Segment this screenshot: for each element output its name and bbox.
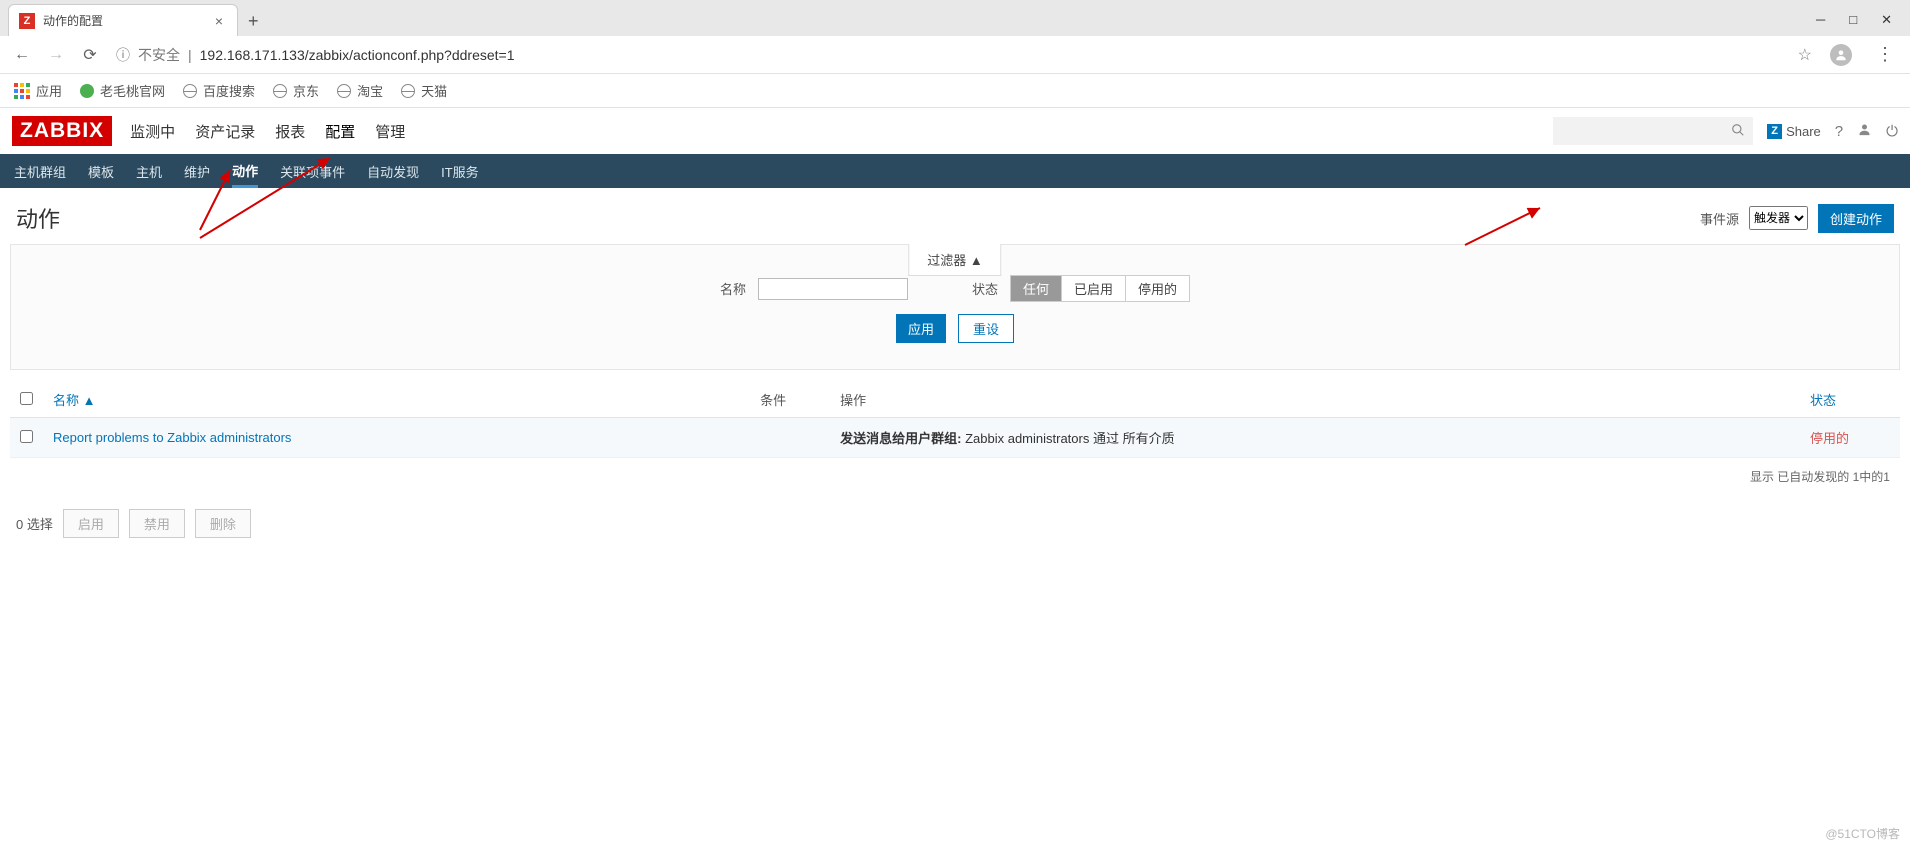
- event-source-select[interactable]: 触发器: [1749, 206, 1808, 230]
- page-header: 动作 事件源 触发器 创建动作: [0, 188, 1910, 244]
- logout-icon[interactable]: ⏻: [1886, 123, 1898, 140]
- tab-close-icon[interactable]: ×: [211, 13, 227, 29]
- tab-title: 动作的配置: [43, 12, 211, 29]
- subnav-actions[interactable]: 动作: [232, 161, 258, 188]
- globe-icon: [337, 84, 351, 98]
- sub-nav: 主机群组 模板 主机 维护 动作 关联项事件 自动发现 IT服务: [0, 154, 1910, 188]
- window-close-icon[interactable]: ✕: [1881, 12, 1892, 28]
- globe-icon: [401, 84, 415, 98]
- subnav-hostgroups[interactable]: 主机群组: [14, 162, 66, 181]
- selected-count: 0 选择: [16, 514, 53, 533]
- create-action-button[interactable]: 创建动作: [1818, 204, 1894, 233]
- share-icon: Z: [1767, 124, 1782, 139]
- watermark: @51CTO博客: [1825, 825, 1900, 842]
- new-tab-button[interactable]: +: [238, 7, 269, 36]
- insecure-label: 不安全: [138, 45, 180, 65]
- apply-filter-button[interactable]: 应用: [896, 314, 946, 343]
- user-icon[interactable]: [1857, 122, 1872, 141]
- filter-name-label: 名称: [720, 279, 746, 298]
- actions-table: 名称 ▲ 条件 操作 状态 Report problems to Zabbix …: [10, 382, 1900, 458]
- filter-name-input[interactable]: [758, 278, 908, 300]
- filter-toggle[interactable]: 过滤器 ▲: [908, 244, 1001, 276]
- bookmark-bar: 应用 老毛桃官网 百度搜索 京东 淘宝 天猫: [0, 74, 1910, 108]
- subnav-templates[interactable]: 模板: [88, 162, 114, 181]
- nav-config[interactable]: 配置: [325, 121, 355, 142]
- filter-status-label: 状态: [972, 279, 998, 298]
- status-disabled-button[interactable]: 停用的: [1125, 276, 1189, 301]
- reload-button[interactable]: ⟳: [78, 45, 102, 65]
- bulk-enable-button[interactable]: 启用: [63, 509, 119, 538]
- table-footer: 显示 已自动发现的 1中的1: [0, 458, 1910, 495]
- subnav-correlation[interactable]: 关联项事件: [280, 162, 345, 181]
- browser-menu-icon[interactable]: ⋮: [1870, 44, 1900, 65]
- col-name[interactable]: 名称 ▲: [43, 382, 750, 418]
- zabbix-header: ZABBIX 监测中 资产记录 报表 配置 管理 Z Share ? ⏻: [0, 108, 1910, 154]
- help-icon[interactable]: ?: [1835, 123, 1843, 140]
- event-source-label: 事件源: [1700, 209, 1739, 228]
- row-operations: 发送消息给用户群组: Zabbix administrators 通过 所有介质: [830, 418, 1800, 458]
- bulk-delete-button[interactable]: 删除: [195, 509, 251, 538]
- status-button-group: 任何 已启用 停用的: [1010, 275, 1190, 302]
- reset-filter-button[interactable]: 重设: [958, 314, 1014, 343]
- action-name-link[interactable]: Report problems to Zabbix administrators: [53, 430, 291, 445]
- filter-panel: 过滤器 ▲ 名称 状态 任何 已启用 停用的 应用 重设: [10, 244, 1900, 370]
- bulk-actions: 0 选择 启用 禁用 删除: [0, 495, 1910, 552]
- info-icon: ⓘ: [116, 45, 130, 65]
- bookmark-item[interactable]: 百度搜索: [183, 81, 255, 100]
- row-conditions: [750, 418, 830, 458]
- back-button[interactable]: ←: [10, 46, 34, 64]
- nav-monitor[interactable]: 监测中: [130, 121, 175, 142]
- col-conditions: 条件: [750, 382, 830, 418]
- col-operations: 操作: [830, 382, 1800, 418]
- globe-icon: [183, 84, 197, 98]
- select-all-checkbox[interactable]: [20, 392, 33, 405]
- forward-button[interactable]: →: [44, 46, 68, 64]
- bookmark-item[interactable]: 天猫: [401, 81, 447, 100]
- browser-tab[interactable]: Z 动作的配置 ×: [8, 4, 238, 36]
- bookmark-item[interactable]: 淘宝: [337, 81, 383, 100]
- apps-shortcut[interactable]: 应用: [14, 81, 62, 100]
- site-icon: [80, 84, 94, 98]
- search-wrap: [1553, 117, 1753, 145]
- top-nav: 监测中 资产记录 报表 配置 管理: [130, 121, 405, 142]
- window-controls: ─ □ ✕: [1816, 12, 1910, 36]
- tab-favicon: Z: [19, 13, 35, 29]
- row-status-link[interactable]: 停用的: [1810, 431, 1849, 446]
- share-link[interactable]: Z Share: [1767, 124, 1821, 139]
- subnav-maintenance[interactable]: 维护: [184, 162, 210, 181]
- browser-toolbar: ← → ⟳ ⓘ 不安全 | 192.168.171.133/zabbix/act…: [0, 36, 1910, 74]
- subnav-discovery[interactable]: 自动发现: [367, 162, 419, 181]
- globe-icon: [273, 84, 287, 98]
- nav-reports[interactable]: 报表: [275, 121, 305, 142]
- subnav-itservices[interactable]: IT服务: [441, 162, 479, 181]
- table-row: Report problems to Zabbix administrators…: [10, 418, 1900, 458]
- address-bar[interactable]: ⓘ 不安全 | 192.168.171.133/zabbix/actioncon…: [112, 45, 1788, 65]
- status-any-button[interactable]: 任何: [1011, 276, 1061, 301]
- account-avatar-icon[interactable]: [1830, 44, 1852, 66]
- bookmark-item[interactable]: 京东: [273, 81, 319, 100]
- browser-titlebar: Z 动作的配置 × + ─ □ ✕: [0, 0, 1910, 36]
- col-status[interactable]: 状态: [1800, 382, 1900, 418]
- search-input[interactable]: [1553, 117, 1753, 145]
- zabbix-logo[interactable]: ZABBIX: [12, 116, 112, 146]
- apps-grid-icon: [14, 83, 30, 99]
- nav-inventory[interactable]: 资产记录: [195, 121, 255, 142]
- page-title: 动作: [16, 202, 60, 234]
- window-maximize-icon[interactable]: □: [1849, 12, 1857, 28]
- subnav-hosts[interactable]: 主机: [136, 162, 162, 181]
- url-text: 192.168.171.133/zabbix/actionconf.php?dd…: [200, 47, 515, 63]
- apps-label: 应用: [36, 81, 62, 100]
- bulk-disable-button[interactable]: 禁用: [129, 509, 185, 538]
- bookmark-star-icon[interactable]: ☆: [1798, 45, 1812, 65]
- window-minimize-icon[interactable]: ─: [1816, 12, 1825, 28]
- row-checkbox[interactable]: [20, 430, 33, 443]
- status-enabled-button[interactable]: 已启用: [1061, 276, 1125, 301]
- bookmark-item[interactable]: 老毛桃官网: [80, 81, 165, 100]
- search-icon[interactable]: [1731, 123, 1745, 140]
- nav-admin[interactable]: 管理: [375, 121, 405, 142]
